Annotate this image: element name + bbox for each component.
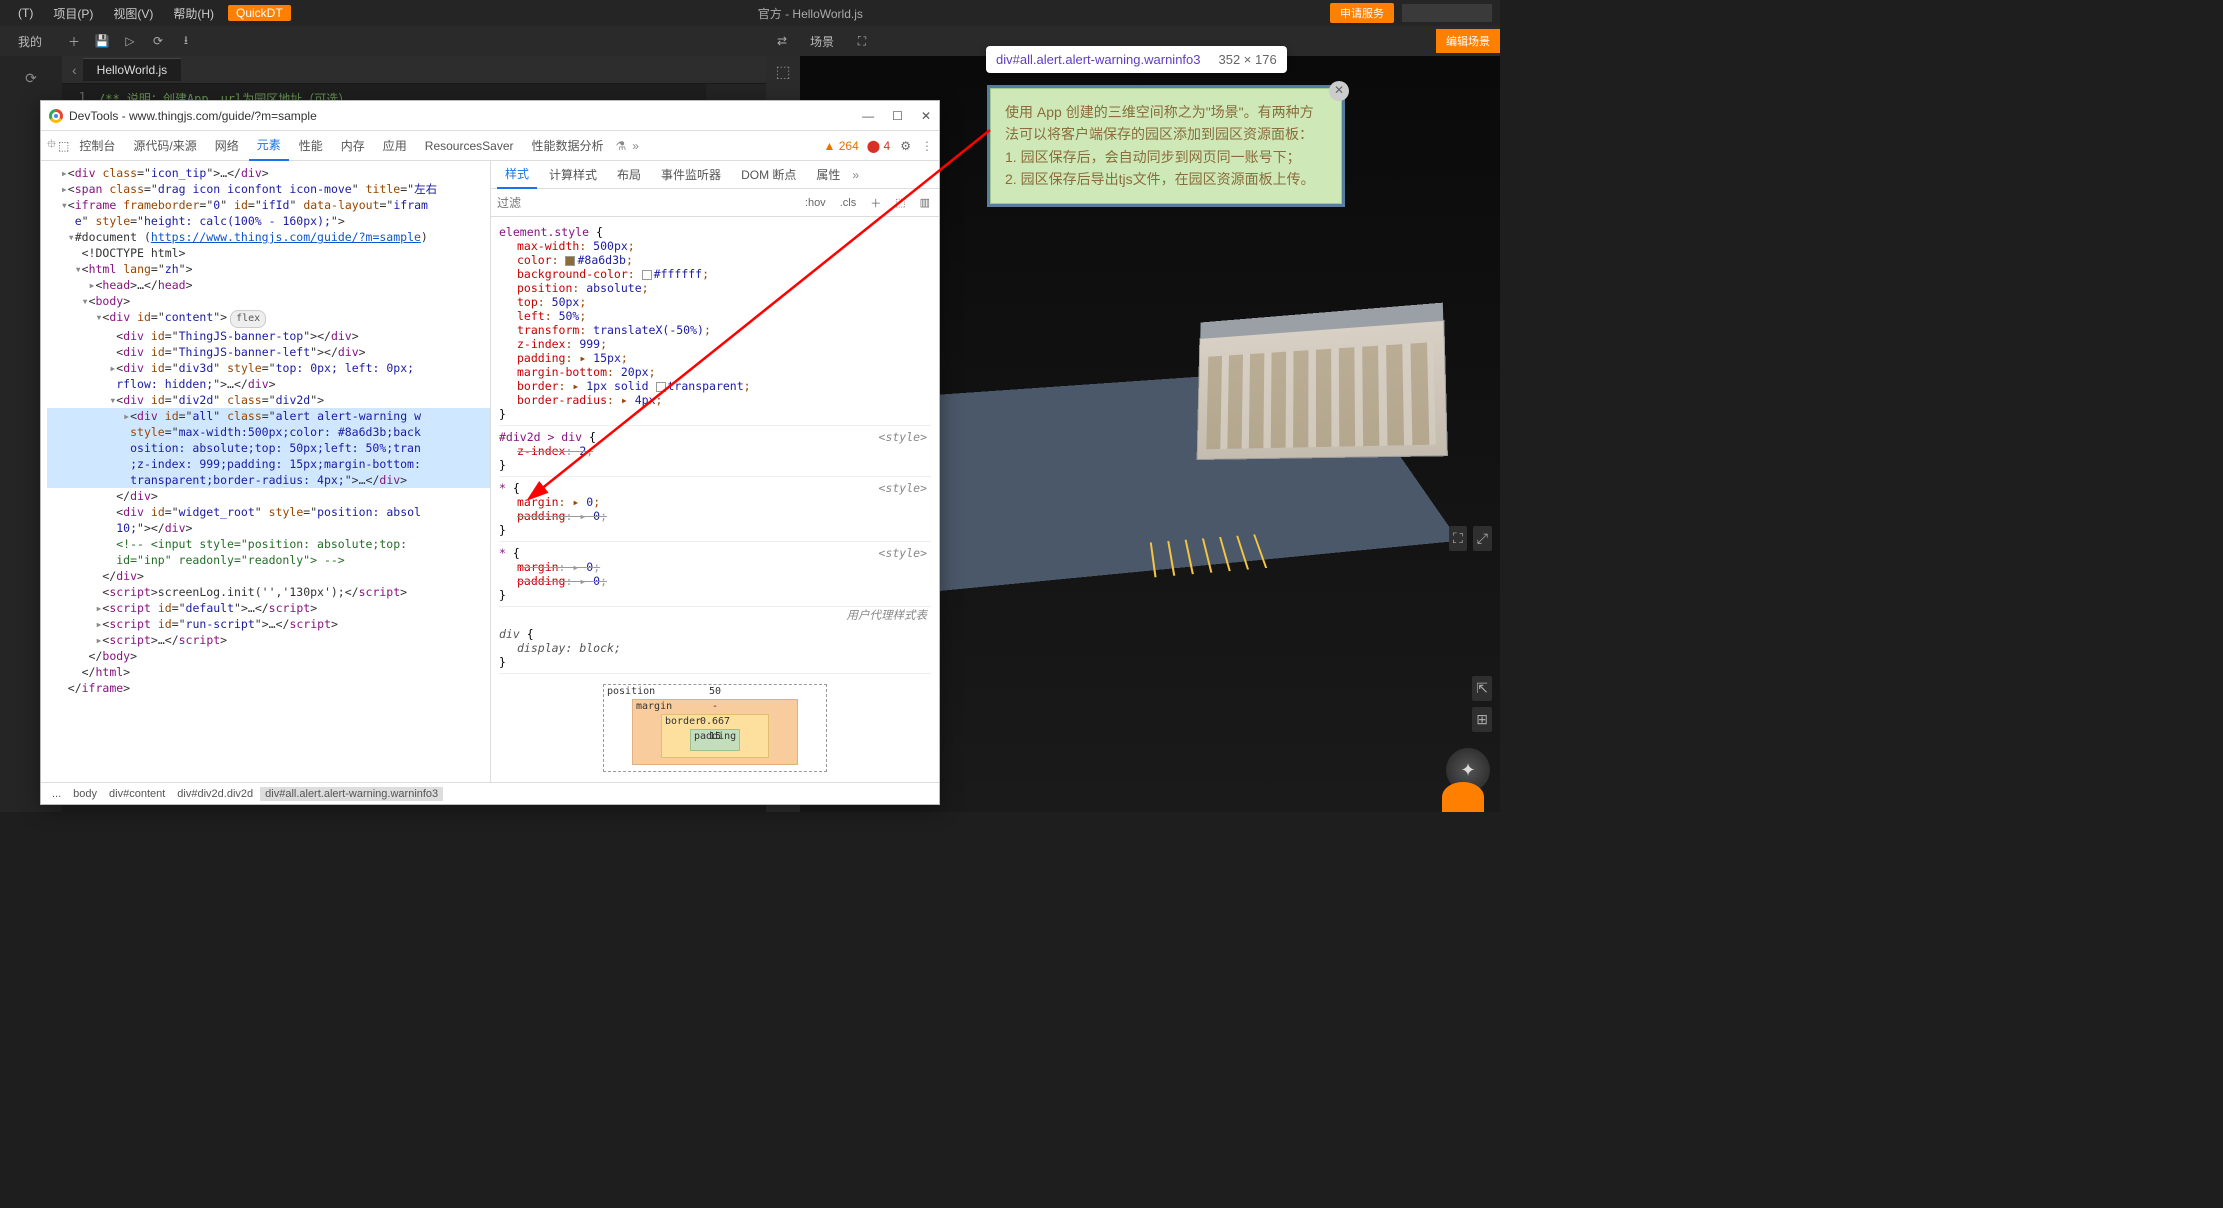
share-icon[interactable]: ⇱ [1472, 676, 1492, 701]
computed-toggle-icon[interactable]: ⬚ [892, 196, 908, 209]
styles-rules[interactable]: element.style { max-width: 500px; color:… [491, 217, 939, 782]
styles-tab-listeners[interactable]: 事件监听器 [653, 161, 729, 188]
hierarchy-icon[interactable]: ⛶ [848, 27, 876, 55]
styles-tab-layout[interactable]: 布局 [609, 161, 649, 188]
menu-help[interactable]: 帮助(H) [163, 5, 224, 22]
building-model [1197, 320, 1448, 460]
add-icon[interactable]: ＋ [60, 27, 88, 55]
tab-memory[interactable]: 内存 [333, 131, 373, 160]
window-title: 官方 - HelloWorld.js [291, 5, 1330, 22]
new-rule-icon[interactable]: ＋ [867, 195, 884, 211]
tab-network[interactable]: 网络 [207, 131, 247, 160]
devtools-titlebar[interactable]: DevTools - www.thingjs.com/guide/?m=samp… [41, 101, 939, 131]
play-icon[interactable]: ▷ [116, 27, 144, 55]
styles-filter-input[interactable] [497, 196, 794, 210]
bc-body[interactable]: body [68, 787, 102, 801]
panel-layout-icon[interactable]: ▥ [917, 196, 933, 209]
styles-tab-styles[interactable]: 样式 [497, 161, 537, 189]
tab-sources[interactable]: 源代码/来源 [125, 131, 204, 160]
elements-panel[interactable]: ▸<div class="icon_tip">…</div> ▸<span cl… [41, 161, 491, 782]
debug-icon[interactable]: ⟳ [144, 27, 172, 55]
settings-icon[interactable]: ⇄ [768, 27, 796, 55]
grid-icon[interactable]: ⊞ [1472, 707, 1492, 732]
more-tabs-icon[interactable]: » [628, 139, 643, 153]
tab-resourcessaver[interactable]: ResourcesSaver [417, 133, 522, 159]
refresh-icon[interactable]: ⟳ [0, 56, 62, 101]
tab-perf-insights[interactable]: 性能数据分析 [524, 131, 612, 160]
device-icon[interactable]: ⬚ [58, 139, 69, 153]
scene-top-icons: ⛶ ⤢ [1449, 526, 1492, 551]
quickdt-badge[interactable]: QuickDT [228, 5, 291, 21]
editor-tab[interactable]: HelloWorld.js [83, 58, 181, 81]
styles-filter-bar: :hov .cls ＋ ⬚ ▥ [491, 189, 939, 217]
styles-more-icon[interactable]: » [852, 168, 859, 182]
tab-performance[interactable]: 性能 [291, 131, 331, 160]
hov-toggle[interactable]: :hov [802, 197, 829, 209]
avatar-area[interactable] [1402, 4, 1492, 22]
devtools-title: DevTools - www.thingjs.com/guide/?m=samp… [69, 109, 317, 123]
styles-tab-computed[interactable]: 计算样式 [541, 161, 605, 188]
bc-all[interactable]: div#all.alert.alert-warning.warninfo3 [260, 787, 443, 801]
save-icon[interactable]: 💾 [88, 27, 116, 55]
styles-tab-props[interactable]: 属性 [808, 161, 848, 188]
fullscreen-icon[interactable]: ⤢ [1473, 526, 1492, 551]
inspect-selector: div#all.alert.alert-warning.warninfo3 [996, 52, 1201, 67]
editor-tab-bar: ‹ HelloWorld.js [62, 56, 766, 84]
inspect-dimensions: 352 × 176 [1219, 52, 1277, 67]
inspect-icon[interactable]: ⯐ [47, 135, 56, 156]
download-icon[interactable]: ⭳ [172, 27, 200, 55]
menu-view[interactable]: 视图(V) [103, 5, 163, 22]
warn-p2: 1. 园区保存后，会自动同步到网页同一账号下； [1005, 146, 1327, 168]
elements-breadcrumb[interactable]: ... body div#content div#div2d.div2d div… [41, 782, 939, 804]
minimize-icon[interactable]: — [862, 109, 874, 123]
tab-console[interactable]: 控制台 [71, 131, 123, 160]
tab-elements[interactable]: 元素 [249, 130, 289, 161]
warn-p1: 使用 App 创建的三维空间称之为"场景"。有两种方法可以将客户端保存的园区添加… [1005, 101, 1327, 146]
menu-t[interactable]: (T) [8, 6, 43, 20]
bc-content[interactable]: div#content [104, 787, 170, 801]
expand-icon[interactable]: ⛶ [1449, 526, 1467, 551]
flask-icon[interactable]: ⚗ [616, 139, 627, 153]
scene-label[interactable]: 场景 [796, 33, 848, 50]
close-icon[interactable]: ✕ [1329, 81, 1349, 101]
warning-overlay: ✕ 使用 App 创建的三维空间称之为"场景"。有两种方法可以将客户端保存的园区… [990, 88, 1342, 204]
error-badge[interactable]: ⬤ 4 [867, 139, 890, 153]
ua-stylesheet-label: 用户代理样式表 [499, 607, 931, 623]
devtools-window: DevTools - www.thingjs.com/guide/?m=samp… [40, 100, 940, 805]
styles-tab-dom[interactable]: DOM 断点 [733, 161, 804, 188]
menu-project[interactable]: 项目(P) [43, 5, 103, 22]
bc-more[interactable]: ... [47, 787, 66, 801]
my-label[interactable]: 我的 [0, 33, 60, 50]
more-icon[interactable]: ⋮ [921, 139, 933, 153]
chat-bubble-icon[interactable] [1442, 782, 1484, 812]
tab-application[interactable]: 应用 [375, 131, 415, 160]
top-menu-bar: (T) 项目(P) 视图(V) 帮助(H) QuickDT 官方 - Hello… [0, 0, 1500, 26]
edit-scene-button[interactable]: 编辑场景 [1436, 29, 1500, 53]
chrome-icon [49, 109, 63, 123]
devtools-tabs: ⯐ ⬚ 控制台 源代码/来源 网络 元素 性能 内存 应用 ResourcesS… [41, 131, 939, 161]
settings-gear-icon[interactable]: ⚙ [900, 139, 911, 153]
tab-close-icon[interactable]: ‹ [66, 62, 83, 78]
close-window-icon[interactable]: ✕ [921, 109, 931, 123]
maximize-icon[interactable]: ☐ [892, 109, 903, 123]
cube-icon[interactable]: ⬚ [775, 62, 790, 82]
apply-service-button[interactable]: 申请服务 [1330, 3, 1394, 23]
inspect-tooltip: div#all.alert.alert-warning.warninfo3 35… [986, 46, 1287, 73]
styles-tabs: 样式 计算样式 布局 事件监听器 DOM 断点 属性 » [491, 161, 939, 189]
warning-badge[interactable]: ▲ 264 [824, 139, 859, 153]
cls-toggle[interactable]: .cls [837, 197, 860, 209]
scene-side-icons: ⇱ ⊞ [1472, 676, 1492, 732]
warn-p3: 2. 园区保存后导出tjs文件，在园区资源面板上传。 [1005, 168, 1327, 190]
bc-div2d[interactable]: div#div2d.div2d [172, 787, 258, 801]
styles-panel: 样式 计算样式 布局 事件监听器 DOM 断点 属性 » :hov .cls ＋… [491, 161, 939, 782]
box-model[interactable]: position50 margin- border0.667 padding15 [499, 674, 931, 782]
